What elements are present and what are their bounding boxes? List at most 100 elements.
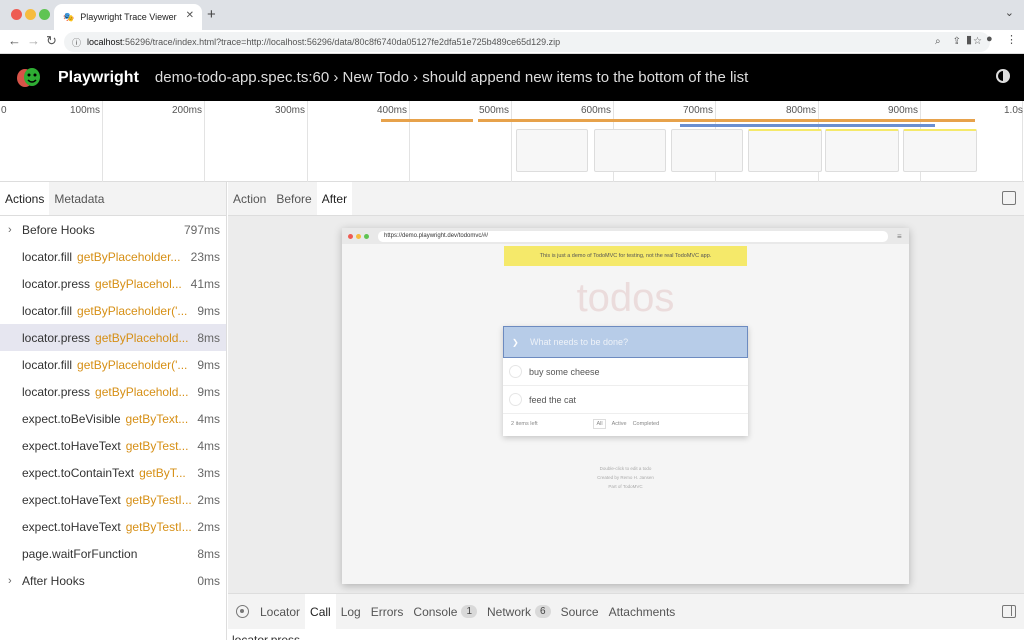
timeline-tick-label: 200ms: [172, 105, 203, 116]
snapshot-menu-icon: ≡: [897, 231, 902, 241]
new-tab-icon[interactable]: +: [207, 6, 216, 23]
timeline-snapshot-thumbnail[interactable]: [594, 129, 666, 172]
todo-checkbox[interactable]: [509, 365, 522, 378]
snapshot-tabs: Action Before After: [228, 182, 1024, 216]
toggle-layout-icon[interactable]: [1002, 605, 1016, 618]
todo-label: buy some cheese: [529, 366, 600, 377]
timeline-action-bar[interactable]: [381, 119, 473, 122]
action-row[interactable]: expect.toHaveText getByTestI... 2ms: [0, 513, 226, 540]
action-locator: getByPlaceholder...: [77, 249, 181, 264]
close-tab-icon[interactable]: ✕: [186, 10, 194, 21]
filter-all[interactable]: All: [593, 419, 606, 429]
action-locator: getByTestI...: [125, 492, 192, 507]
browser-tab[interactable]: 🎭 Playwright Trace Viewer ✕: [54, 4, 202, 30]
zoom-icon[interactable]: ⌕: [935, 32, 941, 52]
action-method: locator.press: [22, 384, 91, 399]
minimize-window-button[interactable]: [25, 9, 36, 20]
action-method: Before Hooks: [22, 222, 95, 237]
tab-log[interactable]: Log: [336, 594, 366, 630]
tab-search-chevron-icon[interactable]: ⌄: [1005, 6, 1014, 19]
snapshot-min-dot: [356, 233, 361, 239]
action-row[interactable]: locator.press getByPlacehold... 9ms: [0, 378, 226, 405]
todo-item[interactable]: feed the cat: [503, 386, 748, 414]
action-row[interactable]: page.waitForFunction 8ms: [0, 540, 226, 567]
tab-actions[interactable]: Actions: [0, 182, 50, 215]
maximize-window-button[interactable]: [39, 9, 50, 20]
timeline-snapshot-thumbnail[interactable]: [903, 129, 977, 172]
call-details-peek: locator.press: [232, 633, 301, 640]
theme-toggle-icon[interactable]: [996, 69, 1010, 83]
tab-locator[interactable]: Locator: [255, 594, 305, 630]
pick-locator-icon[interactable]: [236, 605, 249, 618]
tab-title: Playwright Trace Viewer: [80, 12, 177, 22]
action-row[interactable]: locator.fill getByPlaceholder... 23ms: [0, 243, 226, 270]
todo-checkbox[interactable]: [509, 393, 522, 406]
action-row[interactable]: locator.fill getByPlaceholder('... 9ms: [0, 297, 226, 324]
toggle-all-icon[interactable]: ❯: [512, 338, 519, 347]
playwright-favicon-icon: 🎭: [63, 11, 75, 22]
tab-action[interactable]: Action: [228, 182, 271, 215]
timeline-tick-label: 0: [1, 105, 7, 116]
filter-completed[interactable]: Completed: [633, 421, 660, 427]
share-icon[interactable]: ⇪: [953, 32, 961, 52]
action-row[interactable]: expect.toHaveText getByTest... 4ms: [0, 432, 226, 459]
tab-metadata[interactable]: Metadata: [49, 182, 109, 215]
timeline-snapshot-thumbnail[interactable]: [516, 129, 588, 172]
new-todo-input[interactable]: ❯ What needs to be done?: [503, 326, 748, 358]
todo-label: feed the cat: [529, 394, 577, 405]
timeline-action-bar[interactable]: [680, 124, 935, 127]
url-path: :56296/trace/index.html?trace=http://loc…: [122, 37, 561, 47]
tab-after[interactable]: After: [316, 182, 353, 215]
action-row[interactable]: › After Hooks 0ms: [0, 567, 226, 594]
browser-menu-icon[interactable]: ⋮: [1006, 33, 1017, 46]
count-badge: 6: [535, 605, 551, 618]
open-snapshot-popout-icon[interactable]: [1002, 191, 1016, 205]
filter-active[interactable]: Active: [612, 421, 627, 427]
url-field[interactable]: ⓘ localhost:56296/trace/index.html?trace…: [64, 32, 990, 52]
timeline-action-bar[interactable]: [478, 119, 975, 122]
snapshot-stage: https://demo.playwright.dev/todomvc/#/ ≡…: [228, 216, 1024, 593]
action-row[interactable]: expect.toBeVisible getByText... 4ms: [0, 405, 226, 432]
forward-arrow-icon[interactable]: →: [27, 33, 40, 48]
action-row[interactable]: locator.press getByPlacehold... 8ms: [0, 324, 226, 351]
timeline-tick-label: 900ms: [888, 105, 919, 116]
snapshot-panel: Action Before After https://demo.playwri…: [228, 182, 1024, 640]
side-panel-icon[interactable]: ▮: [966, 33, 972, 46]
timeline-tick-label: 800ms: [786, 105, 817, 116]
action-row[interactable]: locator.press getByPlacehol... 41ms: [0, 270, 226, 297]
profile-avatar-icon[interactable]: ●: [986, 33, 993, 45]
tab-before[interactable]: Before: [271, 182, 316, 215]
timeline-snapshot-thumbnail[interactable]: [825, 129, 899, 172]
reload-icon[interactable]: ↻: [46, 33, 57, 49]
tab-attachments[interactable]: Attachments: [604, 594, 681, 630]
expand-chevron-icon[interactable]: ›: [8, 224, 12, 236]
timeline[interactable]: 0 100ms 200ms 300ms 400ms 500ms 600ms 700ms 800m…: [0, 101, 1024, 182]
back-arrow-icon[interactable]: ←: [8, 33, 21, 48]
close-window-button[interactable]: [11, 9, 22, 20]
action-locator: getByPlaceholder('...: [77, 303, 188, 318]
tab-console[interactable]: Console 1: [408, 594, 482, 630]
action-row[interactable]: expect.toHaveText getByTestI... 2ms: [0, 486, 226, 513]
action-method: locator.press: [22, 276, 91, 291]
bookmark-star-icon[interactable]: ☆: [973, 32, 982, 52]
expand-chevron-icon[interactable]: ›: [8, 575, 12, 587]
tab-errors[interactable]: Errors: [366, 594, 409, 630]
action-row[interactable]: expect.toContainText getByT... 3ms: [0, 459, 226, 486]
action-method: locator.press: [22, 330, 91, 345]
tab-source[interactable]: Source: [556, 594, 604, 630]
timeline-tick-label: 100ms: [70, 105, 101, 116]
timeline-gridline: [511, 101, 512, 182]
todo-item[interactable]: buy some cheese: [503, 358, 748, 386]
action-duration: 9ms: [197, 357, 220, 372]
tab-label: Call: [310, 604, 331, 619]
tab-network[interactable]: Network 6: [482, 594, 556, 630]
timeline-tick-label: 600ms: [581, 105, 612, 116]
tab-call[interactable]: Call: [305, 593, 336, 630]
action-locator: getByPlacehold...: [95, 384, 189, 399]
timeline-snapshot-thumbnail[interactable]: [671, 129, 743, 172]
timeline-tick-label: 400ms: [377, 105, 408, 116]
timeline-snapshot-thumbnail[interactable]: [748, 129, 822, 172]
action-row[interactable]: locator.fill getByPlaceholder('... 9ms: [0, 351, 226, 378]
site-info-icon[interactable]: ⓘ: [72, 36, 81, 49]
action-row[interactable]: › Before Hooks 797ms: [0, 216, 226, 243]
